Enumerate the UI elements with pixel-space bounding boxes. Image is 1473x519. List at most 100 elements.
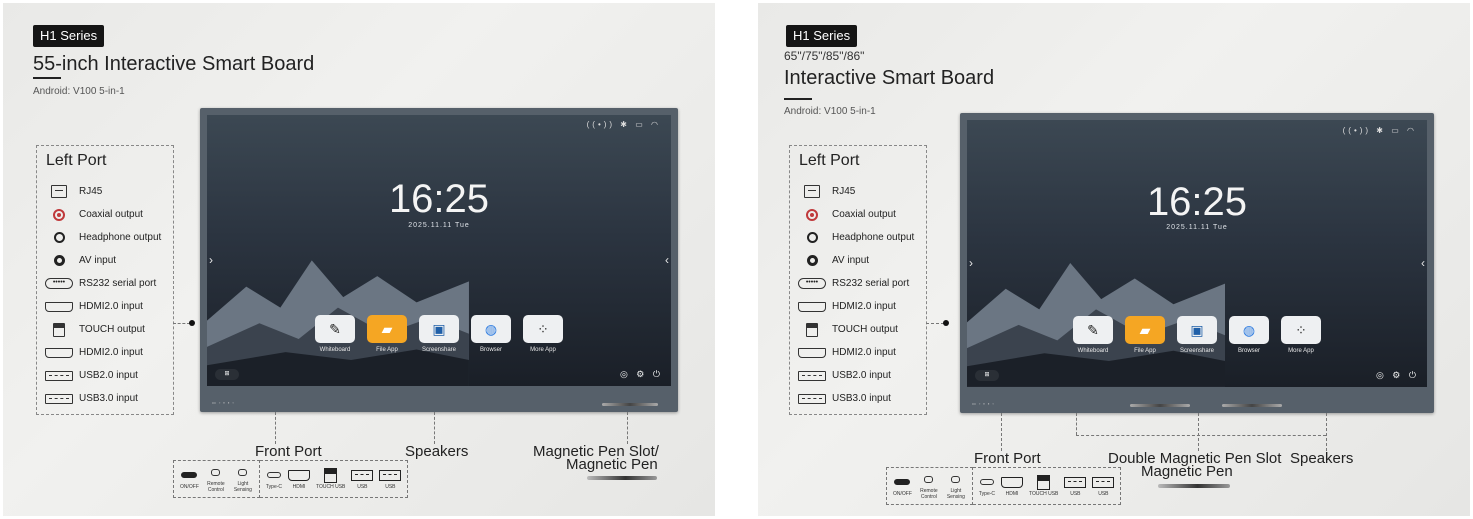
product-panel-55: H1 Series 55-inch Interactive Smart Boar… — [3, 3, 715, 516]
port-label: USB3.0 input — [79, 393, 138, 404]
front-port-panel: ON/OFF Remote Control Light Sensing Type… — [173, 460, 409, 498]
port-label: TOUCH output — [79, 324, 145, 335]
port-label: Coaxial output — [79, 209, 143, 220]
front-port-label: TOUCH USB — [316, 484, 346, 490]
browser-icon: ◍ — [1229, 316, 1269, 344]
front-io-group: Type-C HDMI TOUCH USB USB USB — [972, 467, 1122, 505]
tray-icons[interactable]: ◎ ⚙ ⏻ — [1376, 370, 1419, 381]
front-port-item: HDMI — [1001, 475, 1024, 497]
av-icon — [43, 255, 75, 266]
hdmi-icon — [43, 347, 75, 358]
app-screenshare[interactable]: ▣ Screenshare — [1171, 316, 1223, 354]
chevron-right-icon[interactable]: › — [969, 256, 973, 270]
rj45-icon — [796, 185, 828, 198]
front-port-item: ON/OFF — [180, 468, 199, 490]
rj45-icon — [43, 185, 75, 198]
hdmi-icon — [1001, 475, 1024, 489]
left-port-title: Left Port — [799, 152, 860, 169]
front-port-item: Light Sensing — [233, 465, 253, 493]
port-item: Coaxial output — [43, 203, 161, 226]
front-port-label: Remote Control — [207, 481, 225, 493]
smart-board: ((•)) ✱ ▭ ◠ 16:25 2025.11.11 Tue › ‹ ✎ Wh… — [960, 113, 1434, 413]
port-label: USB2.0 input — [832, 370, 891, 381]
pen-icon: ✎ — [315, 315, 355, 343]
front-port-item: Remote Control — [918, 472, 940, 500]
usb-icon — [43, 370, 75, 381]
port-item: HDMI2.0 input — [43, 295, 161, 318]
tray-icons[interactable]: ◎ ⚙ ⏻ — [620, 369, 663, 380]
app-whiteboard[interactable]: ✎ Whiteboard — [1067, 316, 1119, 354]
browser-icon: ◍ — [471, 315, 511, 343]
hdmi-icon — [43, 301, 75, 312]
touch-usb-icon — [324, 467, 338, 483]
start-button[interactable]: ⊞ — [215, 369, 239, 380]
app-more[interactable]: ⁘ More App — [1275, 316, 1327, 354]
usb-icon — [796, 370, 828, 381]
app-label: More App — [1288, 348, 1314, 354]
size-variants: 65"/75"/85"/86" — [784, 49, 865, 63]
port-connector-line — [173, 323, 190, 324]
title-underline — [33, 77, 61, 79]
status-icons: ((•)) ✱ ▭ ◠ — [1342, 126, 1417, 135]
magnetic-pen-icon — [1158, 484, 1230, 488]
chevron-left-icon[interactable]: ‹ — [665, 253, 669, 267]
front-port-panel: ON/OFF Remote Control Light Sensing Type… — [886, 467, 1122, 505]
coaxial-icon — [796, 208, 828, 221]
left-port-list: RJ45 Coaxial output Headphone output AV … — [796, 180, 914, 410]
pen-slot-line — [627, 412, 628, 444]
front-port-label: Light Sensing — [233, 481, 252, 493]
pen-slot — [602, 403, 658, 406]
port-item: HDMI2.0 input — [796, 341, 914, 364]
front-port-label: Front Port — [974, 450, 1041, 467]
app-file[interactable]: ▰ File App — [361, 315, 413, 353]
front-port-label: ON/OFF — [180, 484, 199, 490]
front-port-label: Front Port — [255, 443, 322, 460]
chevron-right-icon[interactable]: › — [209, 253, 213, 267]
touch-usb-icon — [1037, 474, 1051, 490]
app-label: Whiteboard — [1077, 348, 1109, 354]
app-browser[interactable]: ◍ Browser — [465, 315, 517, 353]
port-item: TOUCH output — [43, 318, 161, 341]
front-port-label: Remote Control — [920, 488, 938, 500]
hdmi-icon — [796, 301, 828, 312]
port-label: USB2.0 input — [79, 370, 138, 381]
board-screen: ((•)) ✱ ▭ ◠ 16:25 2025.11.11 Tue › ‹ ✎ Wh… — [207, 115, 671, 386]
port-label: TOUCH output — [832, 324, 898, 335]
start-button[interactable]: ⊞ — [975, 370, 999, 381]
port-item: USB3.0 input — [796, 387, 914, 410]
app-whiteboard[interactable]: ✎ Whiteboard — [309, 315, 361, 353]
port-item: ••••• RS232 serial port — [43, 272, 161, 295]
pen-icon: ✎ — [1073, 316, 1113, 344]
chevron-left-icon[interactable]: ‹ — [1421, 256, 1425, 270]
status-icons: ((•)) ✱ ▭ ◠ — [586, 120, 661, 129]
touch-icon — [43, 322, 75, 337]
speakers-label: Speakers — [405, 443, 469, 460]
front-port-strip: ▭ ▫ ▪ ▪ ▫ — [972, 401, 995, 406]
front-port-item: TOUCH USB — [1029, 474, 1058, 497]
app-file[interactable]: ▰ File App — [1119, 316, 1171, 354]
board-screen: ((•)) ✱ ▭ ◠ 16:25 2025.11.11 Tue › ‹ ✎ Wh… — [967, 120, 1427, 387]
app-screenshare[interactable]: ▣ Screenshare — [413, 315, 465, 353]
power-icon[interactable] — [181, 468, 198, 482]
rs232-icon: ••••• — [43, 278, 75, 289]
folder-icon: ▰ — [367, 315, 407, 343]
rs232-icon: ••••• — [796, 278, 828, 289]
front-port-item: Light Sensing — [946, 472, 966, 500]
port-connector-line — [926, 323, 944, 324]
app-browser[interactable]: ◍ Browser — [1223, 316, 1275, 354]
front-io-group: Type-C HDMI TOUCH USB USB USB — [259, 460, 409, 498]
power-icon[interactable] — [894, 475, 911, 489]
screenshare-icon: ▣ — [1177, 316, 1217, 344]
type-c-icon — [979, 475, 994, 489]
app-more[interactable]: ⁘ More App — [517, 315, 569, 353]
port-label: HDMI2.0 input — [79, 347, 143, 358]
usb-icon — [796, 393, 828, 404]
mountain-wallpaper — [207, 260, 469, 386]
app-label: Screenshare — [421, 347, 457, 353]
front-port-strip: ▭ ▫ ▪ ▪ ▫ — [212, 400, 235, 405]
front-controls-group: ON/OFF Remote Control Light Sensing — [886, 467, 973, 505]
android-version: Android: V100 5-in-1 — [784, 106, 876, 117]
app-label: Browser — [1237, 348, 1260, 354]
front-port-label: USB — [385, 484, 396, 490]
front-port-label: HDMI — [292, 484, 306, 490]
